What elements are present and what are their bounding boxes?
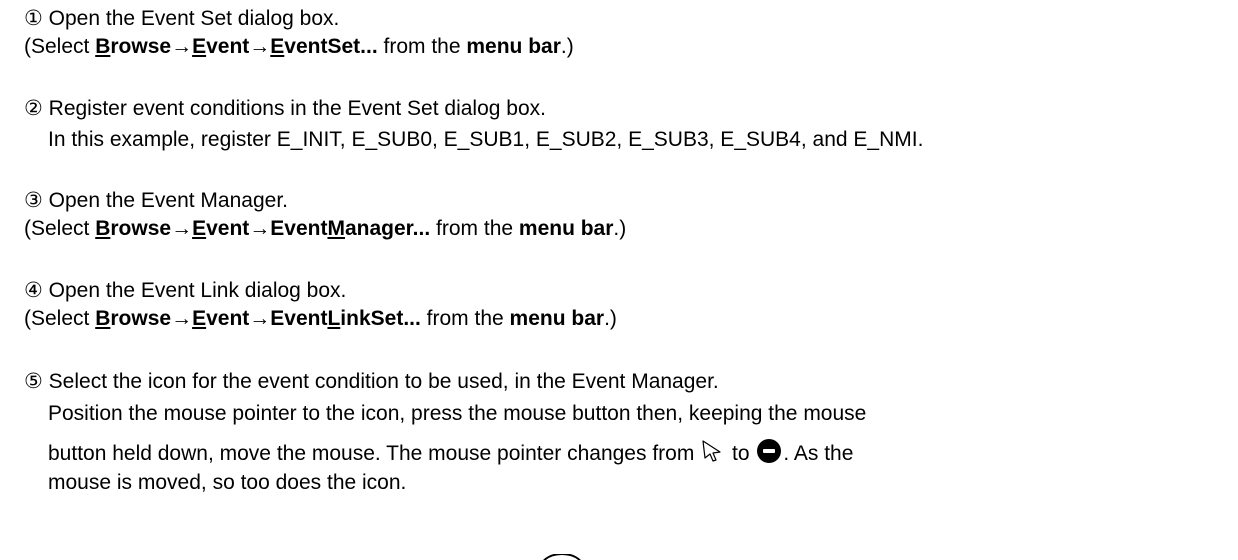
mnemonic: L bbox=[327, 307, 341, 330]
arrow-glyph: → bbox=[249, 35, 271, 58]
menu-word: vent bbox=[206, 307, 250, 330]
mnemonic: B bbox=[95, 217, 111, 240]
menu-word: rowse bbox=[110, 35, 172, 58]
select-suffix: .) bbox=[604, 307, 617, 330]
select-prefix: (Select bbox=[24, 217, 96, 240]
menu-word: rowse bbox=[110, 217, 172, 240]
menu-word: Event bbox=[270, 217, 328, 240]
mnemonic: B bbox=[95, 307, 111, 330]
select-prefix: (Select bbox=[24, 307, 96, 330]
step-2-marker: ② bbox=[24, 97, 43, 120]
step-5-paragraph-line-1: Position the mouse pointer to the icon, … bbox=[48, 402, 867, 425]
select-suffix: .) bbox=[560, 35, 574, 58]
no-entry-pointer-icon bbox=[755, 437, 783, 472]
mnemonic: E bbox=[192, 217, 207, 240]
step-1-heading: ① Open the Event Set dialog box. bbox=[24, 6, 339, 32]
step-3-menu-path: (Select Browse→Event→EventManager... fro… bbox=[24, 216, 626, 242]
menu-word: rowse bbox=[110, 307, 172, 330]
step-1-menu-path: (Select Browse→Event→EventSet... from th… bbox=[24, 34, 574, 60]
menu-word: vent bbox=[206, 35, 250, 58]
select-prefix: (Select bbox=[24, 35, 96, 58]
select-mid: from the bbox=[377, 35, 467, 58]
arrow-glyph: → bbox=[171, 307, 193, 330]
menu-word: Event bbox=[270, 307, 328, 330]
step-5-marker: ⑤ bbox=[24, 370, 43, 393]
menu-path: Browse→Event→EventManager... bbox=[95, 217, 430, 240]
arrow-glyph: → bbox=[249, 217, 271, 240]
mnemonic: M bbox=[327, 217, 345, 240]
select-mid: from the bbox=[430, 217, 519, 240]
select-suffix: .) bbox=[613, 217, 627, 240]
mnemonic: E bbox=[192, 35, 207, 58]
mnemonic: E bbox=[270, 35, 285, 58]
step-5-text: Select the icon for the event condition … bbox=[42, 370, 719, 393]
step-4-heading: ④ Open the Event Link dialog box. bbox=[24, 278, 346, 304]
step-4-menu-path: (Select Browse→Event→EventLinkSet... fro… bbox=[24, 306, 617, 332]
step-5-paragraph-line-3: mouse is moved, so too does the icon. bbox=[48, 471, 407, 494]
step-2-detail: In this example, register E_INIT, E_SUB0… bbox=[48, 128, 924, 151]
mnemonic: B bbox=[95, 35, 111, 58]
arrow-glyph: → bbox=[249, 307, 271, 330]
step-3-text: Open the Event Manager. bbox=[42, 189, 288, 212]
mnemonic: E bbox=[192, 307, 207, 330]
step-5-heading: ⑤ Select the icon for the event conditio… bbox=[24, 369, 719, 395]
menu-word: anager... bbox=[344, 217, 431, 240]
arrow-glyph: → bbox=[171, 35, 193, 58]
select-mid: from the bbox=[420, 307, 510, 330]
step-1-text: Open the Event Set dialog box. bbox=[42, 7, 340, 30]
menu-word: inkSet... bbox=[340, 307, 421, 330]
step-5-paragraph-line-2: button held down, move the mouse. The mo… bbox=[48, 437, 853, 472]
text-run: to bbox=[726, 442, 756, 466]
text-run: button held down, move the mouse. The mo… bbox=[48, 442, 701, 466]
menu-word: ventSet... bbox=[284, 35, 378, 58]
arrow-pointer-icon bbox=[700, 438, 726, 471]
step-3-marker: ③ bbox=[24, 189, 43, 212]
menu-bar-term: menu bar bbox=[509, 307, 605, 330]
cropped-figure bbox=[0, 548, 1238, 560]
menu-bar-term: menu bar bbox=[466, 35, 561, 58]
step-1-marker: ① bbox=[24, 7, 43, 30]
document-page: ① Open the Event Set dialog box. (Select… bbox=[0, 0, 1238, 560]
menu-path: Browse→Event→EventLinkSet... bbox=[95, 307, 421, 330]
step-2-text: Register event conditions in the Event S… bbox=[42, 97, 546, 120]
arrow-glyph: → bbox=[171, 217, 193, 240]
step-3-heading: ③ Open the Event Manager. bbox=[24, 188, 288, 214]
menu-bar-term: menu bar bbox=[518, 217, 614, 240]
text-run: . As the bbox=[783, 442, 854, 466]
step-4-marker: ④ bbox=[24, 279, 43, 302]
step-2-heading: ② Register event conditions in the Event… bbox=[24, 96, 546, 122]
step-4-text: Open the Event Link dialog box. bbox=[42, 279, 347, 302]
menu-path: Browse→Event→EventSet... bbox=[95, 35, 377, 58]
menu-word: vent bbox=[206, 217, 250, 240]
